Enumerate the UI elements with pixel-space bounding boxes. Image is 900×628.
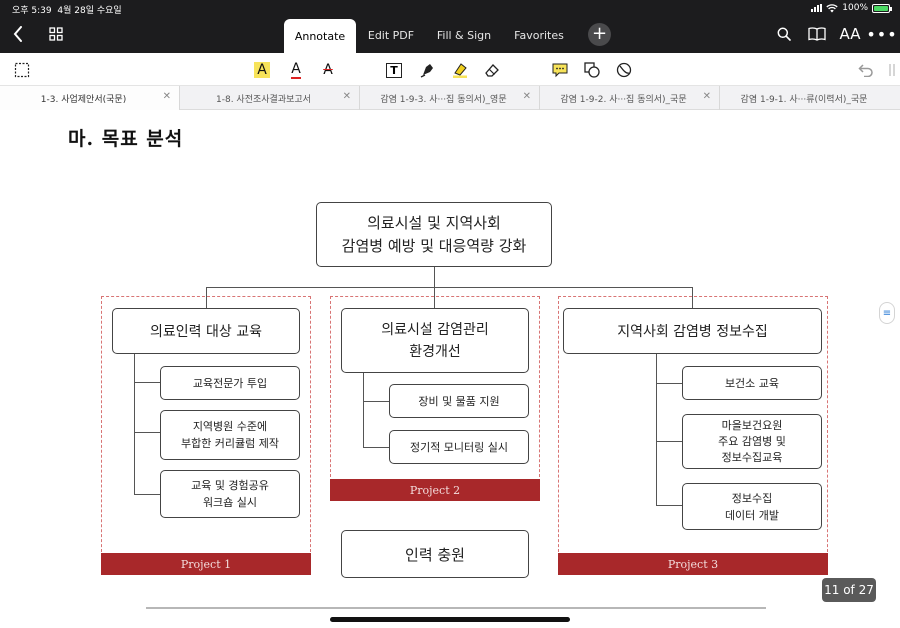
connector-line bbox=[134, 382, 160, 384]
wifi-icon bbox=[826, 3, 838, 12]
horizontal-scrollbar[interactable] bbox=[146, 607, 766, 609]
textbox-tool[interactable]: T bbox=[384, 60, 404, 80]
back-chevron-icon[interactable] bbox=[8, 24, 28, 44]
undo-icon[interactable] bbox=[856, 60, 876, 80]
connector-line bbox=[363, 447, 389, 449]
note-comment-icon[interactable] bbox=[550, 60, 570, 80]
add-tab-button[interactable]: + bbox=[588, 23, 611, 46]
connector-line bbox=[134, 494, 160, 496]
doc-tab-3[interactable]: 감염 1-9-3. 사···집 동의서)_영문 ✕ bbox=[360, 86, 540, 110]
battery-percent: 100% bbox=[842, 3, 868, 13]
doc-tab-5[interactable]: 감염 1-9-1. 사···류(이력서)_국문 bbox=[720, 86, 900, 110]
doc-tab-label: 1-8. 사전조사결과보고서 bbox=[216, 95, 311, 105]
connector-line bbox=[363, 401, 389, 403]
toolbar-handle-icon[interactable] bbox=[882, 60, 900, 80]
project-2-item-1: 장비 및 물품 지원 bbox=[389, 384, 529, 418]
connector-line bbox=[656, 354, 658, 505]
connector-line bbox=[134, 432, 160, 434]
highlight-text-tool[interactable]: A bbox=[252, 60, 272, 80]
doc-tab-label: 감염 1-9-2. 사···집 동의서)_국문 bbox=[560, 95, 687, 105]
search-icon[interactable] bbox=[774, 24, 794, 44]
connector-line bbox=[363, 373, 365, 447]
shapes-tool-icon[interactable] bbox=[582, 60, 602, 80]
project-3-title: 지역사회 감염병 정보수집 bbox=[563, 308, 822, 354]
strikethrough-text-icon: A bbox=[323, 62, 333, 78]
status-bar: 오후 5:39 4월 28일 수요일 100% bbox=[0, 0, 900, 17]
home-indicator[interactable] bbox=[330, 617, 570, 622]
status-right: 100% bbox=[811, 3, 892, 13]
project-3-footer: Project 3 bbox=[558, 553, 828, 575]
highlight-text-icon: A bbox=[254, 62, 270, 78]
side-panel-handle-icon[interactable]: ≡ bbox=[879, 302, 895, 324]
more-options-icon[interactable]: ••• bbox=[866, 24, 896, 44]
document-tabs: 1-3. 사업제안서(국문) ✕ 1-8. 사전조사결과보고서 ✕ 감염 1-9-3… bbox=[0, 86, 900, 110]
project-1-footer: Project 1 bbox=[101, 553, 311, 575]
tab-edit-pdf[interactable]: Edit PDF bbox=[360, 18, 422, 52]
doc-tab-1[interactable]: 1-3. 사업제안서(국문) ✕ bbox=[0, 86, 180, 110]
project-3-item-3: 정보수집 데이터 개발 bbox=[682, 483, 822, 530]
page-heading: 마. 목표 분석 bbox=[68, 128, 184, 150]
highlighter-tool-icon[interactable] bbox=[450, 60, 470, 80]
connector-line bbox=[656, 383, 682, 385]
project-3-item-1: 보건소 교육 bbox=[682, 366, 822, 400]
textbox-icon: T bbox=[386, 62, 402, 78]
close-icon[interactable]: ✕ bbox=[343, 91, 351, 102]
doc-tab-4[interactable]: 감염 1-9-2. 사···집 동의서)_국문 ✕ bbox=[540, 86, 720, 110]
project-3-item-2: 마을보건요원 주요 감염병 및 정보수집교육 bbox=[682, 414, 822, 469]
close-icon[interactable]: ✕ bbox=[523, 91, 531, 102]
project-2-item-2: 정기적 모니터링 실시 bbox=[389, 430, 529, 464]
doc-tab-label: 감염 1-9-3. 사···집 동의서)_영문 bbox=[380, 95, 507, 105]
connector-line bbox=[434, 266, 436, 288]
doc-tab-label: 감염 1-9-1. 사···류(이력서)_국문 bbox=[740, 95, 868, 105]
pen-tool-icon[interactable] bbox=[418, 60, 438, 80]
connector-line bbox=[656, 505, 682, 507]
project-1-item-1: 교육전문가 투입 bbox=[160, 366, 300, 400]
project-1-item-3: 교육 및 경험공유 워크숍 실시 bbox=[160, 470, 300, 518]
strikethrough-text-tool[interactable]: A bbox=[318, 60, 338, 80]
page-indicator: 11 of 27 bbox=[822, 578, 876, 602]
staffing-box: 인력 충원 bbox=[341, 530, 529, 578]
doc-tab-label: 1-3. 사업제안서(국문) bbox=[40, 95, 127, 105]
close-icon[interactable]: ✕ bbox=[163, 91, 171, 102]
connector-line bbox=[656, 441, 682, 443]
project-2-footer: Project 2 bbox=[330, 479, 540, 501]
goal-box: 의료시설 및 지역사회 감염병 예방 및 대응역량 강화 bbox=[316, 202, 552, 267]
eraser-tool-icon[interactable] bbox=[482, 60, 502, 80]
underline-text-tool[interactable]: A bbox=[286, 60, 306, 80]
project-1-item-2: 지역병원 수준에 부합한 커리큘럼 제작 bbox=[160, 410, 300, 460]
close-icon[interactable]: ✕ bbox=[703, 91, 711, 102]
doc-tab-2[interactable]: 1-8. 사전조사결과보고서 ✕ bbox=[180, 86, 360, 110]
tab-annotate[interactable]: Annotate bbox=[284, 19, 356, 53]
text-size-icon[interactable]: AA bbox=[838, 24, 862, 44]
status-time: 오후 5:39 4월 28일 수요일 bbox=[12, 6, 122, 16]
annotation-toolbar: A A A T bbox=[0, 53, 900, 86]
tab-fill-sign[interactable]: Fill & Sign bbox=[432, 18, 496, 52]
connector-line bbox=[206, 287, 693, 289]
project-2-title: 의료시설 감염관리 환경개선 bbox=[341, 308, 529, 373]
text-size-label: AA bbox=[839, 25, 861, 43]
connector-line bbox=[134, 354, 136, 494]
selection-tool-icon[interactable] bbox=[12, 60, 32, 80]
signature-tool-icon[interactable] bbox=[614, 60, 634, 80]
cellular-signal-icon bbox=[811, 4, 823, 12]
grid-view-icon[interactable] bbox=[46, 24, 66, 44]
project-1-title: 의료인력 대상 교육 bbox=[112, 308, 300, 354]
tab-favorites[interactable]: Favorites bbox=[506, 18, 572, 52]
book-view-icon[interactable] bbox=[806, 24, 828, 44]
battery-icon bbox=[872, 3, 892, 13]
underline-text-icon: A bbox=[291, 60, 301, 79]
